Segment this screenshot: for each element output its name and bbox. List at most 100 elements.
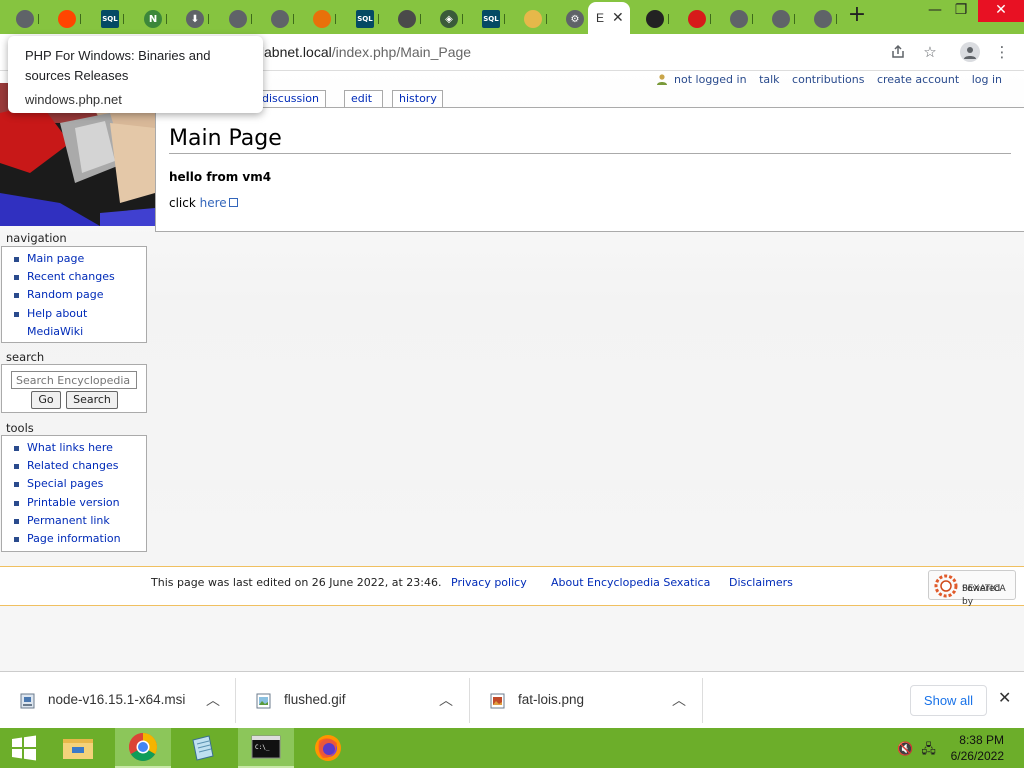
- network-icon[interactable]: 🖧: [921, 742, 936, 757]
- profile-avatar-icon[interactable]: [960, 42, 980, 62]
- tools-heading: tools: [6, 421, 34, 435]
- tools-what-links-here[interactable]: What links here: [13, 439, 146, 457]
- windows-logo-icon: [12, 735, 36, 761]
- log-in-link[interactable]: log in: [972, 73, 1002, 86]
- notepad-taskbar-icon[interactable]: [175, 728, 231, 768]
- system-tray-icons[interactable]: 🔇 🖧: [897, 740, 936, 762]
- tab-title-fragment: [710, 14, 714, 24]
- browser-tab[interactable]: SQL: [474, 4, 514, 34]
- active-tab-label: E: [596, 11, 605, 25]
- clock-time: 8:38 PM: [959, 733, 1004, 747]
- chevron-up-icon[interactable]: ︿: [672, 690, 686, 710]
- globe-icon: [772, 10, 790, 28]
- browser-tab[interactable]: [680, 4, 720, 34]
- browser-tab[interactable]: [722, 4, 762, 34]
- window-close-button[interactable]: ✕: [978, 0, 1024, 22]
- disclaimers-link[interactable]: Disclaimers: [729, 576, 793, 589]
- browser-tab[interactable]: [806, 4, 846, 34]
- browser-tab[interactable]: [221, 4, 261, 34]
- browser-tab[interactable]: [764, 4, 804, 34]
- download-filename: node-v16.15.1-x64.msi: [48, 692, 186, 707]
- browser-tab[interactable]: ◈: [432, 4, 472, 34]
- start-button[interactable]: [0, 728, 48, 768]
- close-downloads-icon[interactable]: ✕: [998, 688, 1011, 708]
- search-portlet: Go Search: [1, 364, 147, 413]
- navigation-portlet: Main page Recent changes Random page Hel…: [1, 246, 147, 343]
- browser-menu-icon[interactable]: ⋮: [992, 42, 1012, 62]
- close-tab-icon[interactable]: ✕: [612, 10, 624, 26]
- tools-special-pages[interactable]: Special pages: [13, 475, 146, 493]
- new-tab-button[interactable]: +: [846, 4, 868, 28]
- volume-muted-icon[interactable]: 🔇: [897, 742, 913, 757]
- installer-icon: [20, 693, 35, 709]
- here-link[interactable]: here: [200, 196, 227, 210]
- chrome-taskbar-icon[interactable]: [115, 728, 171, 768]
- browser-tab[interactable]: [390, 4, 430, 34]
- tab-title-fragment: [378, 14, 382, 24]
- about-link[interactable]: About Encyclopedia Sexatica: [551, 576, 710, 589]
- tools-page-information[interactable]: Page information: [13, 530, 146, 548]
- search-button[interactable]: Search: [66, 391, 118, 409]
- external-link-icon: [228, 198, 238, 207]
- tools-related-changes[interactable]: Related changes: [13, 457, 146, 475]
- browser-tab[interactable]: [263, 4, 303, 34]
- windows-taskbar: C:\_ 🔇 🖧 8:38 PM 6/26/2022: [0, 728, 1024, 768]
- download-filename: flushed.gif: [284, 692, 346, 707]
- tab-title-fragment: [504, 14, 508, 24]
- page-footer: This page was last edited on 26 June 202…: [0, 566, 1024, 607]
- active-tab[interactable]: E ✕: [588, 2, 630, 34]
- browser-tab[interactable]: [638, 4, 678, 34]
- search-input[interactable]: [11, 371, 137, 389]
- download-item[interactable]: node-v16.15.1-x64.msi ︿: [0, 678, 236, 723]
- wordpress-icon: [646, 10, 664, 28]
- tab-title-fragment: [335, 14, 339, 24]
- browser-tab[interactable]: N: [136, 4, 176, 34]
- tools-printable-version[interactable]: Printable version: [13, 494, 146, 512]
- tools-permanent-link[interactable]: Permanent link: [13, 512, 146, 530]
- page-title: Main Page: [169, 126, 1011, 154]
- browser-tab[interactable]: [516, 4, 556, 34]
- nav-recent-changes[interactable]: Recent changes: [13, 268, 146, 286]
- browser-tab[interactable]: [305, 4, 345, 34]
- browser-tab[interactable]: SQL: [93, 4, 133, 34]
- nav-random-page[interactable]: Random page: [13, 286, 146, 304]
- go-button[interactable]: Go: [31, 391, 61, 409]
- nav-help-label: Help about: [27, 306, 88, 320]
- browser-tab[interactable]: [50, 4, 90, 34]
- tab-edit[interactable]: edit: [344, 90, 383, 107]
- contributions-link[interactable]: contributions: [792, 73, 864, 86]
- terminal-taskbar-icon[interactable]: C:\_: [238, 728, 294, 768]
- bookmark-star-icon[interactable]: ☆: [920, 42, 940, 62]
- maximize-button[interactable]: ❐: [944, 0, 978, 22]
- browser-tab[interactable]: ⬇: [178, 4, 218, 34]
- sunflower-icon: [934, 574, 958, 598]
- tab-history[interactable]: history: [392, 90, 443, 107]
- create-account-link[interactable]: create account: [877, 73, 959, 86]
- address-bar[interactable]: ollabnet.local/index.php/Main_Page: [250, 39, 890, 66]
- chevron-up-icon[interactable]: ︿: [206, 690, 220, 710]
- privacy-policy-link[interactable]: Privacy policy: [451, 576, 527, 589]
- chevron-up-icon[interactable]: ︿: [439, 690, 453, 710]
- browser-tab[interactable]: [8, 4, 48, 34]
- globe-icon: [16, 10, 34, 28]
- show-all-button[interactable]: Show all: [910, 685, 987, 716]
- browser-tab[interactable]: SQL: [348, 4, 388, 34]
- download-item[interactable]: fat-lois.png ︿: [470, 678, 703, 723]
- download-item[interactable]: flushed.gif ︿: [236, 678, 470, 723]
- share-icon[interactable]: [888, 42, 908, 62]
- firefox-taskbar-icon[interactable]: [300, 728, 356, 768]
- tools-portlet: What links here Related changes Special …: [1, 435, 147, 552]
- tab-discussion[interactable]: discussion: [255, 90, 326, 107]
- file-explorer-taskbar-icon[interactable]: [50, 728, 106, 768]
- download-filename: fat-lois.png: [518, 692, 585, 707]
- nav-main-page[interactable]: Main page: [13, 250, 146, 268]
- folder-icon: [524, 10, 542, 28]
- nav-help[interactable]: Help about MediaWiki: [13, 305, 146, 341]
- tab-title-fragment: [546, 14, 550, 24]
- powered-by-badge[interactable]: Powered by SEXATICA: [928, 570, 1016, 607]
- talk-link[interactable]: talk: [759, 73, 779, 86]
- downloads-bar: node-v16.15.1-x64.msi ︿ flushed.gif ︿ fa…: [0, 671, 1024, 728]
- wiki-page: not logged in talk contributions create …: [0, 71, 1024, 671]
- clock[interactable]: 8:38 PM 6/26/2022: [951, 732, 1004, 764]
- sqlite-icon: SQL: [101, 10, 119, 28]
